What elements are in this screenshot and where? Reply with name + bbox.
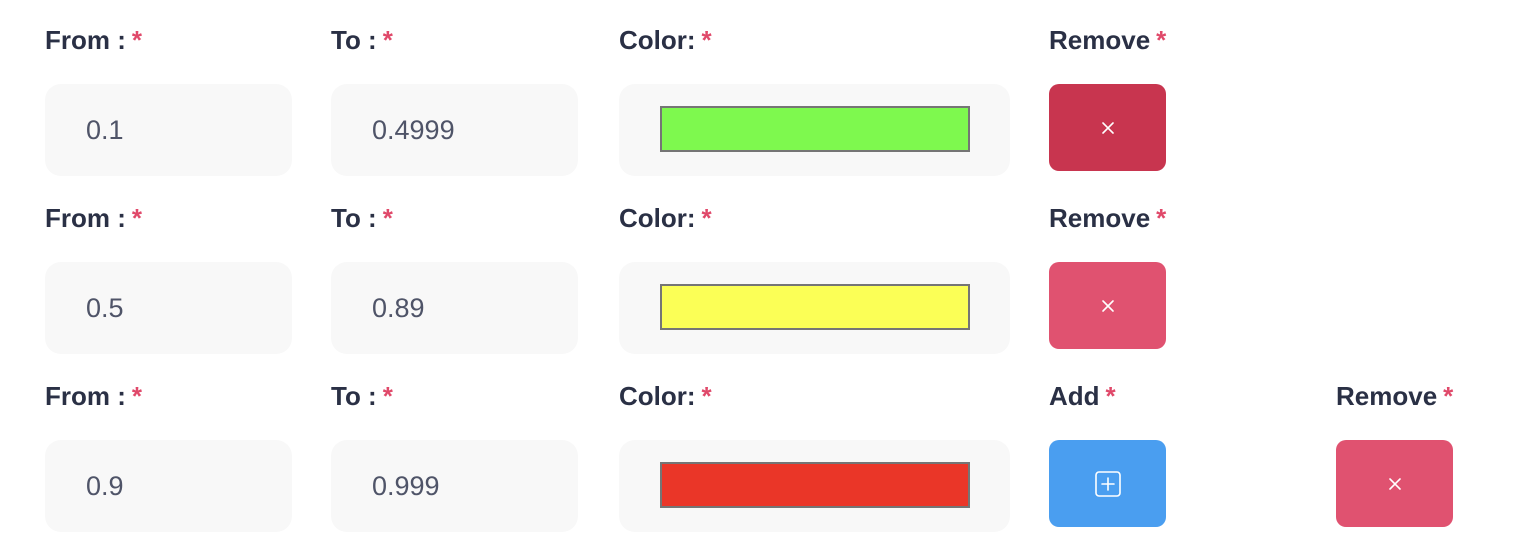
from-label: From : * [45, 25, 143, 55]
remove-label: Remove * [1336, 381, 1454, 411]
required-marker: * [1443, 381, 1454, 411]
range-row: From : * To : * Color: * Remove * 0.1 0.4999 [0, 0, 1538, 176]
to-value: 0.4999 [372, 115, 455, 145]
required-marker: * [1156, 25, 1167, 55]
required-marker: * [701, 381, 712, 411]
required-marker: * [131, 203, 143, 233]
remove-label: Remove * [1049, 25, 1167, 55]
color-picker[interactable] [619, 440, 1010, 532]
color-swatch[interactable] [660, 462, 970, 508]
to-value: 0.999 [372, 471, 440, 501]
range-row: From : * To : * Color: * Add * Remove * 0.9 0… [0, 356, 1538, 532]
required-marker: * [382, 203, 393, 233]
from-value: 0.1 [86, 115, 124, 145]
color-swatch[interactable] [660, 284, 970, 330]
from-value: 0.5 [86, 293, 124, 323]
remove-button[interactable] [1049, 84, 1166, 171]
to-label: To : * [331, 25, 393, 55]
add-button[interactable] [1049, 440, 1166, 527]
remove-button[interactable] [1049, 262, 1166, 349]
to-value: 0.89 [372, 293, 425, 323]
color-label: Color: * [619, 203, 712, 233]
to-label: To : * [331, 381, 393, 411]
from-input[interactable]: 0.5 [45, 262, 292, 354]
remove-label: Remove * [1049, 203, 1167, 233]
required-marker: * [1156, 203, 1167, 233]
required-marker: * [382, 25, 393, 55]
from-value: 0.9 [86, 471, 124, 501]
to-input[interactable]: 0.999 [331, 440, 578, 532]
color-swatch[interactable] [660, 106, 970, 152]
remove-button[interactable] [1336, 440, 1453, 527]
close-icon [1049, 262, 1166, 349]
color-picker[interactable] [619, 262, 1010, 354]
required-marker: * [1105, 381, 1116, 411]
color-label: Color: * [619, 25, 712, 55]
from-input[interactable]: 0.9 [45, 440, 292, 532]
required-marker: * [131, 25, 143, 55]
plus-square-icon [1049, 440, 1166, 527]
to-input[interactable]: 0.89 [331, 262, 578, 354]
add-label: Add * [1049, 381, 1116, 411]
required-marker: * [701, 25, 712, 55]
required-marker: * [382, 381, 393, 411]
required-marker: * [701, 203, 712, 233]
required-marker: * [131, 381, 143, 411]
to-input[interactable]: 0.4999 [331, 84, 578, 176]
color-picker[interactable] [619, 84, 1010, 176]
from-label: From : * [45, 203, 143, 233]
from-label: From : * [45, 381, 143, 411]
from-input[interactable]: 0.1 [45, 84, 292, 176]
color-label: Color: * [619, 381, 712, 411]
to-label: To : * [331, 203, 393, 233]
close-icon [1049, 84, 1166, 171]
range-row: From : * To : * Color: * Remove * 0.5 0.89 [0, 178, 1538, 354]
close-icon [1336, 440, 1453, 527]
